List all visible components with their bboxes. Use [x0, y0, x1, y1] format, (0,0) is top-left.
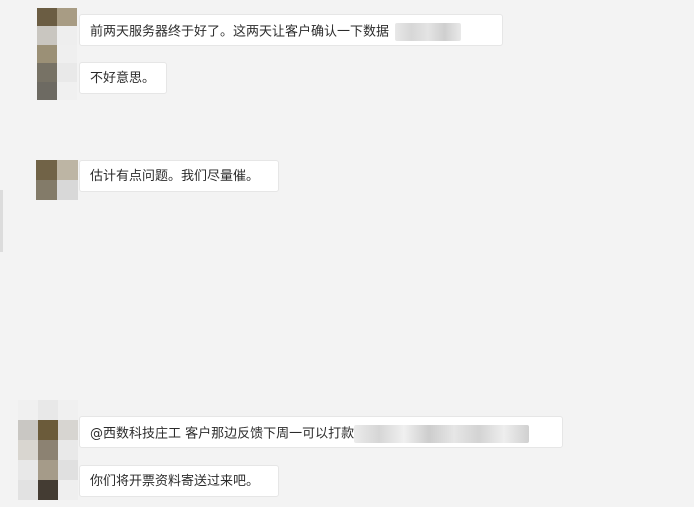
- message-bubble[interactable]: 不好意思。: [79, 62, 167, 94]
- message-bubble[interactable]: 你们将开票资料寄送过来吧。: [79, 465, 279, 497]
- message-bubble[interactable]: 估计有点问题。我们尽量催。: [79, 160, 279, 192]
- scrollbar[interactable]: [0, 190, 3, 252]
- avatar[interactable]: [37, 8, 77, 100]
- message-bubble[interactable]: @西数科技庄工 客户那边反馈下周一可以打款: [79, 416, 563, 448]
- message-bubble[interactable]: 前两天服务器终于好了。这两天让客户确认一下数据: [79, 14, 503, 46]
- redacted-text: [354, 425, 530, 443]
- message-text: 不好意思。: [90, 71, 156, 86]
- chat-message-area: 前两天服务器终于好了。这两天让客户确认一下数据 不好意思。 估计有点问题。我们尽…: [0, 0, 694, 507]
- redacted-text: [395, 23, 462, 41]
- message-text: 你们将开票资料寄送过来吧。: [90, 474, 260, 489]
- message-text: 前两天服务器终于好了。这两天让客户确认一下数据: [90, 24, 390, 40]
- avatar[interactable]: [36, 160, 78, 200]
- avatar[interactable]: [18, 400, 78, 500]
- message-text: 估计有点问题。我们尽量催。: [90, 169, 260, 184]
- message-text: @西数科技庄工 客户那边反馈下周一可以打款: [90, 426, 355, 442]
